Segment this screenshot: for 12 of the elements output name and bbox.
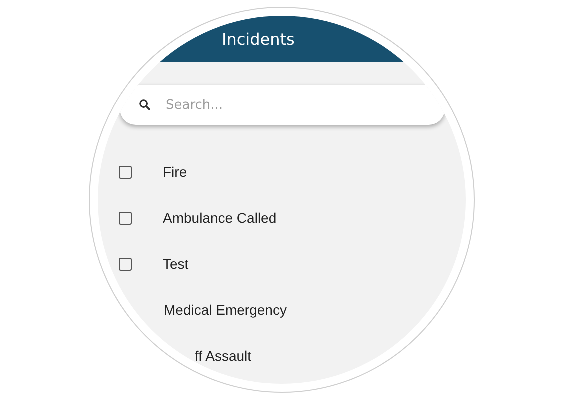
incident-label[interactable]: Fire <box>163 164 188 180</box>
incident-label[interactable]: Test <box>163 256 189 272</box>
search-bar[interactable]: Search... <box>120 85 445 125</box>
screen-title: Incidents <box>222 30 295 48</box>
incident-label[interactable]: Ambulance Called <box>163 210 277 226</box>
checkbox[interactable] <box>119 258 132 270</box>
incident-label[interactable]: Medical Emergency <box>164 302 287 318</box>
checkbox[interactable] <box>119 166 132 178</box>
incident-label[interactable]: ff Assault <box>195 348 252 364</box>
checkbox[interactable] <box>119 212 132 224</box>
search-field[interactable]: Search... <box>164 96 368 114</box>
search-icon <box>139 99 151 111</box>
